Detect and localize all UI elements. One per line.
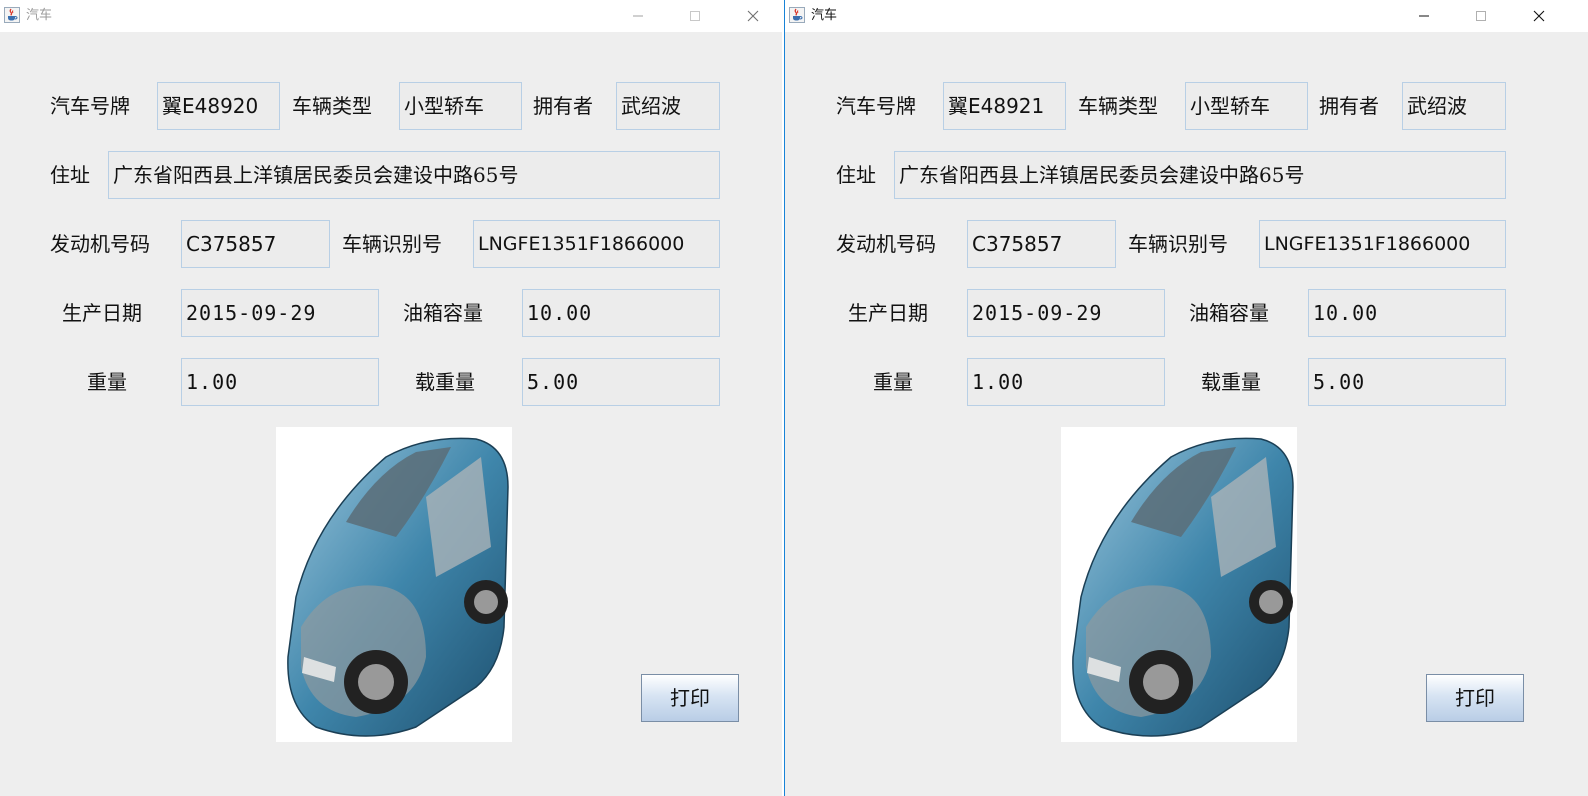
load-capacity-field[interactable]: 5.00 [522,358,720,406]
production-date-label: 生产日期 [848,301,928,325]
tank-capacity-field[interactable]: 10.00 [522,289,720,337]
vehicle-type-field[interactable]: 小型轿车 [399,82,522,130]
minimize-icon [633,15,643,17]
vin-label: 车辆识别号 [1128,232,1228,256]
title-bar[interactable]: 汽车 [785,0,1588,32]
car-cutaway-image [1061,427,1297,742]
weight-field[interactable]: 1.00 [967,358,1165,406]
load-capacity-label: 载重量 [415,370,475,394]
load-capacity-label: 载重量 [1201,370,1261,394]
window-title: 汽车 [26,8,53,23]
owner-label: 拥有者 [533,94,593,118]
maximize-button[interactable] [1458,0,1504,32]
car-window-2: 汽车 汽车号牌 翼E48921 车辆类型 小型轿车 拥有者 武绍波 住址 广东省… [784,0,1588,796]
close-button[interactable] [1516,0,1562,32]
vehicle-type-label: 车辆类型 [1078,94,1158,118]
owner-field[interactable]: 武绍波 [616,82,720,130]
window-title: 汽车 [811,8,838,23]
maximize-icon [690,11,700,21]
car-window-1: 汽车 汽车号牌 翼E48920 车辆类型 小型轿车 拥有者 武绍波 住址 广东省… [0,0,782,796]
engine-number-label: 发动机号码 [50,232,150,256]
vehicle-type-field[interactable]: 小型轿车 [1185,82,1308,130]
title-bar[interactable]: 汽车 [0,0,782,32]
load-capacity-field[interactable]: 5.00 [1308,358,1506,406]
address-field[interactable]: 广东省阳西县上洋镇居民委员会建设中路65号 [108,151,720,199]
address-label: 住址 [50,163,90,187]
vin-label: 车辆识别号 [342,232,442,256]
minimize-button[interactable] [615,0,661,32]
weight-label: 重量 [873,370,913,394]
address-label: 住址 [836,163,876,187]
vehicle-type-label: 车辆类型 [292,94,372,118]
engine-number-field[interactable]: C375857 [967,220,1116,268]
owner-field[interactable]: 武绍波 [1402,82,1506,130]
java-cup-icon[interactable] [789,7,805,23]
weight-label: 重量 [87,370,127,394]
close-icon [747,10,759,22]
maximize-icon [1476,11,1486,21]
maximize-button[interactable] [672,0,718,32]
minimize-icon [1419,15,1429,17]
vin-field[interactable]: LNGFE1351F1866000 [473,220,720,268]
close-button[interactable] [730,0,776,32]
address-field[interactable]: 广东省阳西县上洋镇居民委员会建设中路65号 [894,151,1506,199]
print-button[interactable]: 打印 [1426,674,1524,722]
tank-capacity-label: 油箱容量 [1189,301,1269,325]
plate-field[interactable]: 翼E48920 [157,82,280,130]
car-cutaway-image [276,427,512,742]
production-date-field[interactable]: 2015-09-29 [967,289,1165,337]
plate-field[interactable]: 翼E48921 [943,82,1066,130]
owner-label: 拥有者 [1319,94,1379,118]
plate-label: 汽车号牌 [836,94,916,118]
weight-field[interactable]: 1.00 [181,358,379,406]
minimize-button[interactable] [1401,0,1447,32]
tank-capacity-label: 油箱容量 [403,301,483,325]
engine-number-label: 发动机号码 [836,232,936,256]
tank-capacity-field[interactable]: 10.00 [1308,289,1506,337]
plate-label: 汽车号牌 [50,94,130,118]
print-button[interactable]: 打印 [641,674,739,722]
close-icon [1533,10,1545,22]
java-cup-icon[interactable] [4,7,20,23]
vin-field[interactable]: LNGFE1351F1866000 [1259,220,1506,268]
production-date-label: 生产日期 [62,301,142,325]
engine-number-field[interactable]: C375857 [181,220,330,268]
production-date-field[interactable]: 2015-09-29 [181,289,379,337]
